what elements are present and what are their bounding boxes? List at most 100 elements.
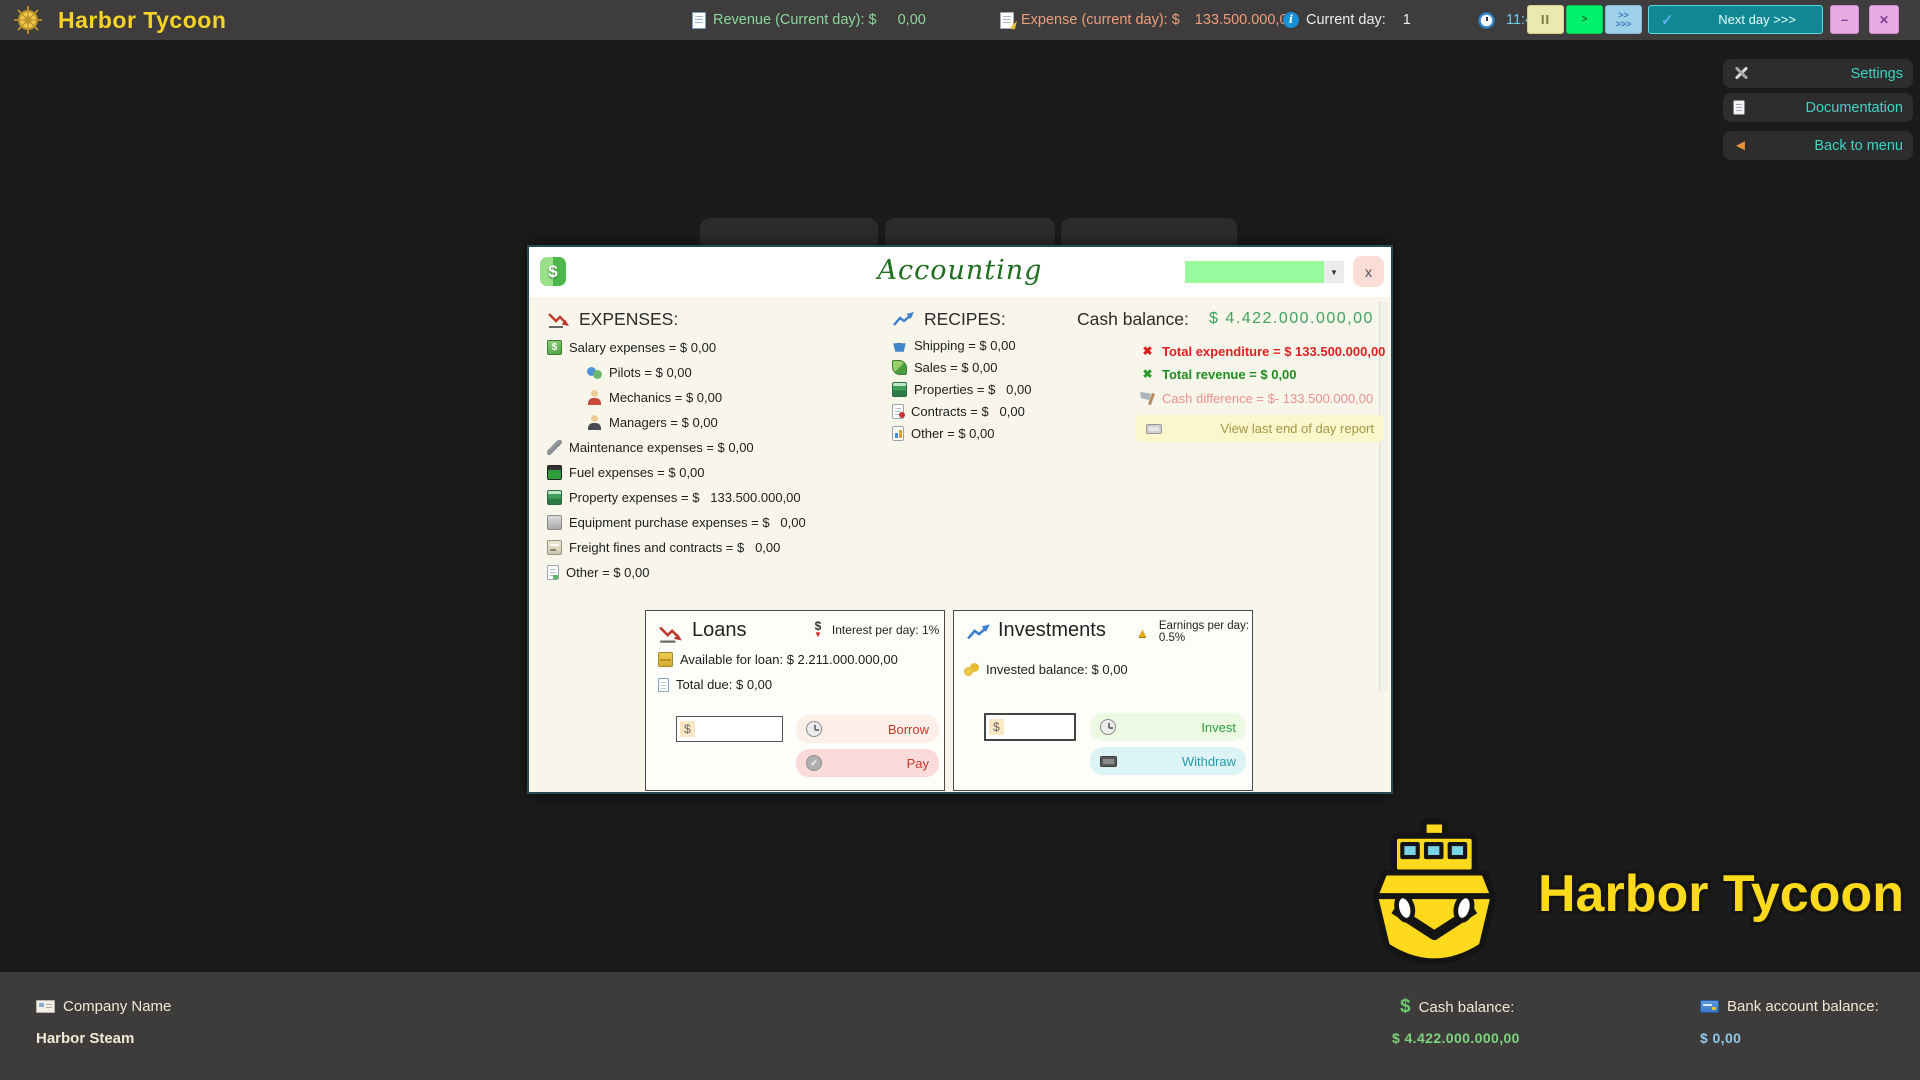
back-to-menu-button[interactable]: ◄ Back to menu [1723, 131, 1913, 160]
list-item: Property expenses = $ 133.500.000,00 [547, 485, 806, 510]
coins-icon [964, 662, 979, 677]
list-item: Shipping = $ 0,00 [892, 334, 1031, 356]
withdraw-button[interactable]: Withdraw [1090, 747, 1246, 775]
current-day-value: 1 [1403, 12, 1411, 28]
clock-small-icon [1100, 719, 1116, 735]
dialog-close-button[interactable]: x [1353, 256, 1384, 287]
dollar-down-icon: $▼ [814, 620, 822, 639]
cash-balance-label: Cash balance: [1077, 309, 1189, 330]
chartdoc-icon [892, 426, 904, 441]
invested-balance: Invested balance: $ 0,00 [964, 662, 1128, 677]
list-item: Mechanics = $ 0,00 [547, 385, 806, 410]
minimize-button[interactable]: – [1830, 5, 1859, 34]
header-progress-bar [1185, 261, 1324, 283]
investment-amount-input[interactable]: $ [984, 713, 1076, 741]
revenue-indicator: Revenue (Current day): $ 0,00 [692, 0, 926, 40]
check-icon: ✓ [1661, 11, 1674, 29]
list-item: Pilots = $ 0,00 [547, 360, 806, 385]
documentation-button[interactable]: Documentation [1723, 93, 1913, 122]
interest-per-day: $▼ Interest per day: 1% [814, 620, 939, 639]
info-icon[interactable] [1283, 0, 1299, 40]
company-name-row: Company Name [36, 998, 171, 1015]
list-item: Properties = $ 0,00 [892, 378, 1031, 400]
revenue-label: Revenue (Current day): $ [713, 12, 877, 28]
close-window-button[interactable]: ✕ [1869, 5, 1899, 34]
equipment-icon [547, 515, 562, 530]
trend-down-icon [547, 311, 571, 328]
earnings-per-day: ▲ Earnings per day: 0.5% [1136, 620, 1252, 644]
next-day-button[interactable]: ✓ Next day >>> [1648, 5, 1823, 34]
expense-doc-icon [1000, 12, 1014, 29]
dialog-header: $ Accounting ▼ x [529, 247, 1391, 297]
list-item: Contracts = $ 0,00 [892, 400, 1031, 422]
recipes-list: Shipping = $ 0,00Sales = $ 0,00Propertie… [892, 334, 1031, 444]
investments-title: Investments [998, 619, 1106, 642]
view-report-button[interactable]: View last end of day report [1136, 415, 1384, 442]
crane-icon [547, 490, 562, 505]
tools-icon [1733, 65, 1750, 82]
bank-card-icon [1700, 1000, 1719, 1013]
cash-difference: Cash difference = $- 133.500.000,00 [1140, 391, 1373, 406]
company-card-icon [36, 1000, 55, 1013]
loans-title: Loans [692, 619, 747, 642]
company-name-value: Harbor Steam [36, 1030, 134, 1047]
contract-icon [892, 404, 904, 419]
list-item: Managers = $ 0,00 [547, 410, 806, 435]
background-tab[interactable] [1061, 218, 1237, 246]
harbor-tycoon-logo-text: Harbor Tycoon [1538, 864, 1904, 924]
ship-icon [892, 338, 907, 353]
expenses-list: Salary expenses = $ 0,00Pilots = $ 0,00M… [547, 335, 806, 585]
document-icon [1733, 100, 1745, 115]
top-bar: Harbor Tycoon Revenue (Current day): $ 0… [0, 0, 1920, 40]
gold-arrow-up-icon: ▲ [1136, 625, 1149, 640]
borrow-button[interactable]: Borrow [796, 715, 939, 743]
dialog-scrollbar[interactable] [1379, 301, 1388, 691]
money-icon [547, 340, 562, 355]
current-day-label: Current day: [1306, 12, 1386, 28]
x-green-icon [1140, 367, 1155, 382]
settings-label: Settings [1851, 66, 1903, 82]
settings-button[interactable]: Settings [1723, 59, 1913, 88]
manager-icon [587, 415, 602, 430]
available-for-loan: Available for loan: $ 2.211.000.000,00 [658, 652, 898, 667]
loans-panel: Loans $▼ Interest per day: 1% Available … [645, 610, 945, 791]
loan-amount-input[interactable]: $ [676, 716, 783, 742]
expense-value: 133.500.000,00 [1195, 12, 1296, 28]
x-red-icon [1140, 344, 1155, 359]
documentation-label: Documentation [1805, 100, 1903, 116]
list-item: Sales = $ 0,00 [892, 356, 1031, 378]
company-name-label: Company Name [63, 998, 171, 1015]
people-icon [587, 365, 602, 380]
fuel-icon [547, 465, 562, 480]
sales-icon [892, 360, 907, 375]
cash-balance-value: $ 4.422.000.000,00 [1209, 310, 1374, 328]
list-item: Freight fines and contracts = $ 0,00 [547, 535, 806, 560]
check-circle-icon [806, 755, 822, 771]
banknote-icon [1146, 424, 1162, 434]
header-dropdown[interactable]: ▼ [1324, 261, 1344, 283]
trend-down-icon [658, 624, 684, 648]
cash-balance-row: $ Cash balance: [1400, 996, 1514, 1018]
list-item: Maintenance expenses = $ 0,00 [547, 435, 806, 460]
recipes-header: RECIPES: [892, 309, 1006, 330]
investments-panel: Investments ▲ Earnings per day: 0.5% Inv… [953, 610, 1253, 791]
list-item: Other = $ 0,00 [892, 422, 1031, 444]
revenue-value: 0,00 [898, 12, 926, 28]
ship-wheel-icon [13, 5, 43, 40]
total-due: Total due: $ 0,00 [658, 677, 772, 692]
pay-button[interactable]: Pay [796, 749, 939, 777]
invest-button[interactable]: Invest [1090, 713, 1246, 741]
wrench-icon [547, 440, 562, 455]
list-item: Fuel expenses = $ 0,00 [547, 460, 806, 485]
background-tab[interactable] [700, 218, 878, 246]
background-tab[interactable] [885, 218, 1055, 246]
fast-forward-button[interactable]: >>>>> [1605, 5, 1642, 34]
doc-icon [547, 565, 559, 580]
play-button[interactable]: > [1566, 5, 1603, 34]
bank-balance-label: Bank account balance: [1727, 998, 1879, 1015]
pause-button[interactable]: II [1527, 5, 1564, 34]
bottom-bar: Company Name Harbor Steam $ Cash balance… [0, 972, 1920, 1080]
crane-icon [892, 382, 907, 397]
app-title: Harbor Tycoon [58, 0, 226, 40]
list-item: Equipment purchase expenses = $ 0,00 [547, 510, 806, 535]
